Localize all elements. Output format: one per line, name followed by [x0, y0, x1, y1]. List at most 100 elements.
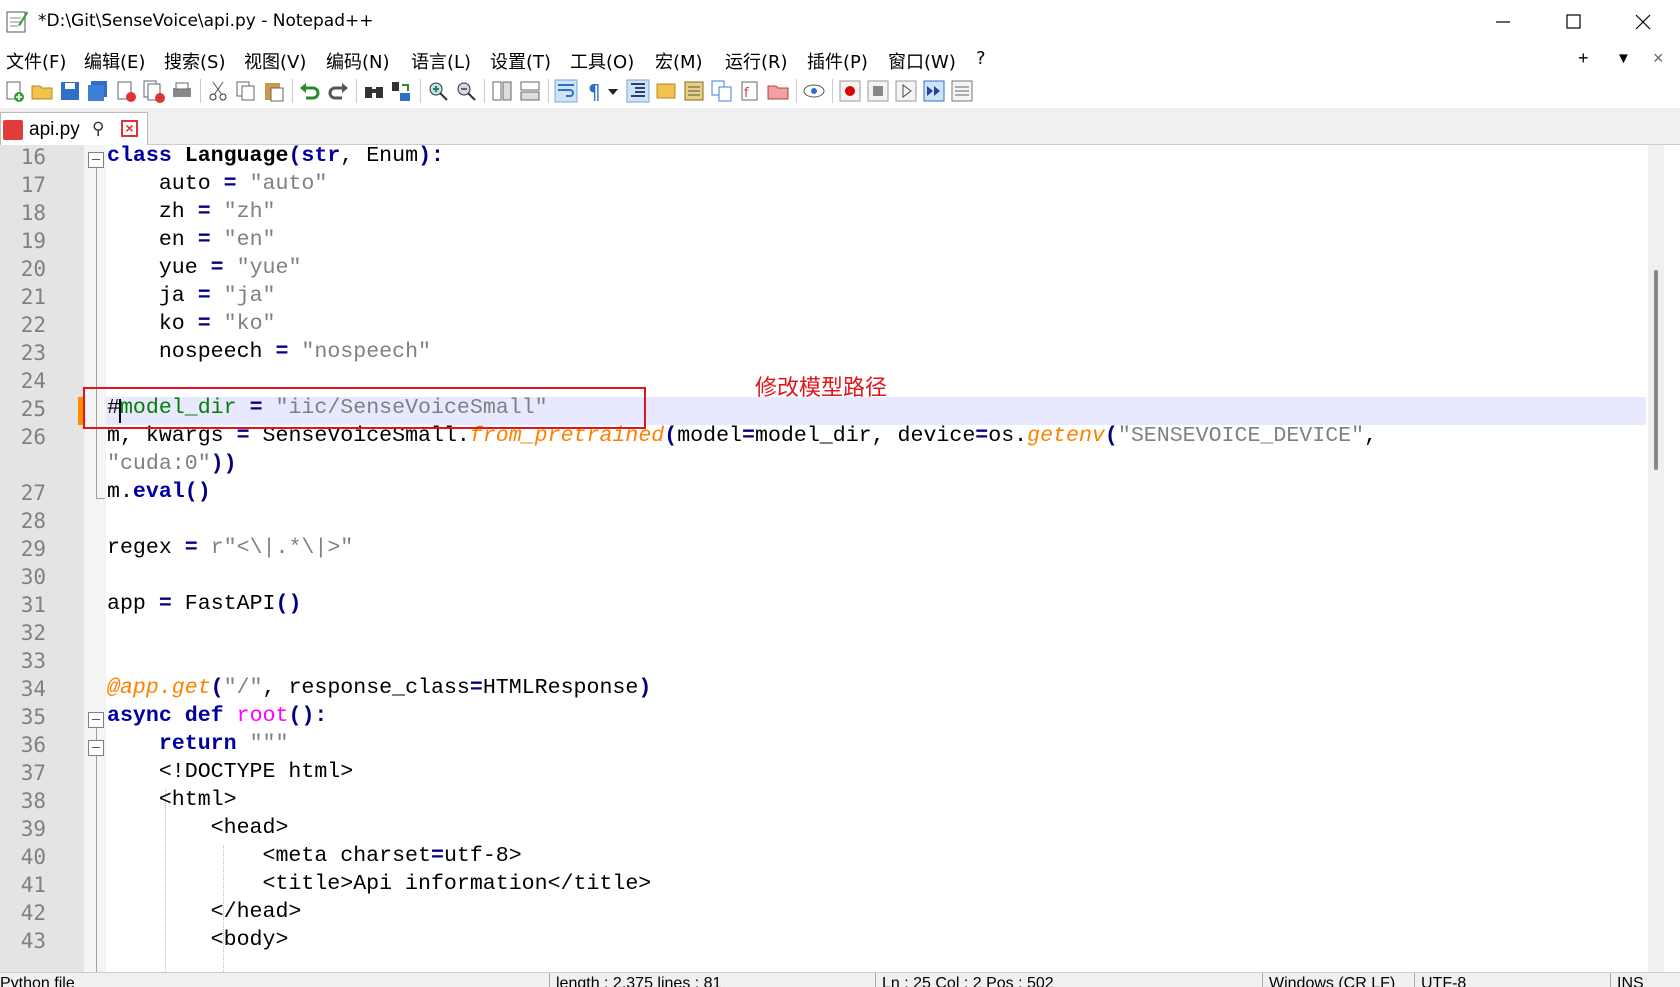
new-tab-button[interactable]: + [1578, 48, 1589, 69]
print-icon[interactable] [170, 79, 194, 103]
fold-toggle-icon[interactable] [88, 712, 104, 728]
zoom-out-icon[interactable] [454, 79, 478, 103]
line-number: 34 [20, 677, 46, 701]
line-number: 28 [20, 509, 46, 533]
code-line[interactable]: </head> [107, 900, 302, 924]
zoom-in-icon[interactable] [426, 79, 450, 103]
code-line[interactable]: yue = "yue" [107, 256, 302, 280]
fold-line [96, 728, 97, 740]
doc-map-icon[interactable] [682, 79, 706, 103]
menu-language[interactable]: 语言(L) [411, 48, 471, 74]
doc-list-icon[interactable] [710, 79, 734, 103]
menu-edit[interactable]: 编辑(E) [84, 48, 145, 74]
status-bar: Python file length : 2,375 lines : 81 Ln… [0, 972, 1680, 987]
menu-view[interactable]: 视图(V) [244, 48, 306, 74]
find-icon[interactable] [362, 79, 386, 103]
indent-guide-icon[interactable] [626, 79, 650, 103]
record-macro-icon[interactable] [838, 79, 862, 103]
code-line[interactable]: en = "en" [107, 228, 276, 252]
code-line[interactable]: nospeech = "nospeech" [107, 340, 431, 364]
line-number: 19 [20, 229, 46, 253]
redo-icon[interactable] [326, 79, 350, 103]
code-line[interactable]: ja = "ja" [107, 284, 276, 308]
replace-icon[interactable] [390, 79, 414, 103]
new-file-icon[interactable] [2, 79, 26, 103]
code-line[interactable]: m.eval() [107, 480, 211, 504]
code-line[interactable]: @app.get("/", response_class=HTMLRespons… [107, 676, 651, 700]
code-line[interactable]: async def root(): [107, 704, 327, 728]
line-number: 24 [20, 369, 46, 393]
code-line[interactable]: return """ [107, 732, 289, 756]
line-number: 21 [20, 285, 46, 309]
sync-horizontal-icon[interactable] [518, 79, 542, 103]
stop-macro-icon[interactable] [866, 79, 890, 103]
code-line[interactable]: app = FastAPI() [107, 592, 301, 616]
status-insert-mode[interactable]: INS [1617, 975, 1644, 987]
menu-encoding[interactable]: 编码(N) [326, 48, 390, 74]
user-language-icon[interactable] [654, 79, 678, 103]
close-file-icon[interactable] [114, 79, 138, 103]
save-icon[interactable] [58, 79, 82, 103]
show-all-chars-icon[interactable]: ¶ [582, 79, 606, 103]
line-number: 18 [20, 201, 46, 225]
code-line[interactable]: zh = "zh" [107, 200, 276, 224]
open-file-icon[interactable] [30, 79, 54, 103]
folder-workspace-icon[interactable] [766, 79, 790, 103]
menu-settings[interactable]: 设置(T) [490, 48, 551, 74]
menu-tools[interactable]: 工具(O) [570, 48, 634, 74]
menu-run[interactable]: 运行(R) [725, 48, 788, 74]
status-eol[interactable]: Windows (CR LF) [1269, 975, 1395, 987]
code-line[interactable]: <meta charset=utf-8> [107, 844, 522, 868]
tab-list-dropdown[interactable]: ▼ [1616, 50, 1631, 67]
code-line[interactable]: <body> [107, 928, 289, 952]
tab-label: api.py [29, 119, 80, 140]
status-encoding[interactable]: UTF-8 [1421, 975, 1466, 987]
close-all-icon[interactable] [142, 79, 166, 103]
maximize-button[interactable] [1538, 0, 1608, 44]
line-number: 31 [20, 593, 46, 617]
monitoring-eye-icon[interactable] [802, 79, 826, 103]
cut-icon[interactable] [206, 79, 230, 103]
code-line[interactable]: auto = "auto" [107, 172, 328, 196]
menu-file[interactable]: 文件(F) [6, 48, 66, 74]
code-line[interactable]: <!DOCTYPE html> [107, 760, 353, 784]
code-line[interactable]: <html> [107, 788, 237, 812]
sync-vertical-icon[interactable] [490, 79, 514, 103]
run-macro-multiple-icon[interactable] [922, 79, 946, 103]
vertical-scrollbar[interactable] [1648, 145, 1664, 972]
word-wrap-icon[interactable] [554, 79, 578, 103]
save-macro-icon[interactable] [950, 79, 974, 103]
fold-toggle-icon[interactable] [88, 740, 104, 756]
code-line[interactable]: <title>Api information</title> [107, 872, 652, 896]
code-line[interactable]: class Language(str, Enum): [107, 145, 444, 168]
line-number: 30 [20, 565, 46, 589]
maximize-icon [1566, 14, 1581, 29]
editor[interactable]: 16 17 18 19 20 21 22 23 24 25 26 27 28 2… [0, 145, 1664, 972]
close-tab-button[interactable]: × [1653, 48, 1664, 69]
save-all-icon[interactable] [86, 79, 110, 103]
code-line[interactable]: ko = "ko" [107, 312, 276, 336]
fold-toggle-icon[interactable] [88, 152, 104, 168]
code-line[interactable]: regex = r"<\|.*\|>" [107, 536, 353, 560]
scrollbar-thumb[interactable] [1654, 270, 1658, 470]
menu-search[interactable]: 搜索(S) [164, 48, 225, 74]
minimize-button[interactable] [1468, 0, 1538, 44]
menu-window[interactable]: 窗口(W) [888, 48, 956, 74]
menu-macro[interactable]: 宏(M) [655, 48, 703, 74]
function-list-icon[interactable]: f [738, 79, 762, 103]
toolbar-separator [200, 79, 201, 103]
tab-bar: api.py ⚲ × [0, 108, 1680, 145]
menu-help[interactable]: ? [976, 48, 986, 69]
pin-icon[interactable]: ⚲ [92, 119, 104, 139]
dropdown-arrow-icon[interactable] [606, 79, 620, 103]
tab-api-py[interactable]: api.py ⚲ × [0, 112, 148, 145]
status-position: Ln : 25 Col : 2 Pos : 502 [882, 975, 1054, 987]
copy-icon[interactable] [234, 79, 258, 103]
code-line[interactable]: "cuda:0")) [107, 452, 237, 476]
menu-plugins[interactable]: 插件(P) [807, 48, 868, 74]
tab-close-icon[interactable]: × [121, 120, 138, 137]
code-line[interactable]: <head> [107, 816, 289, 840]
paste-icon[interactable] [262, 79, 286, 103]
play-macro-icon[interactable] [894, 79, 918, 103]
undo-icon[interactable] [298, 79, 322, 103]
